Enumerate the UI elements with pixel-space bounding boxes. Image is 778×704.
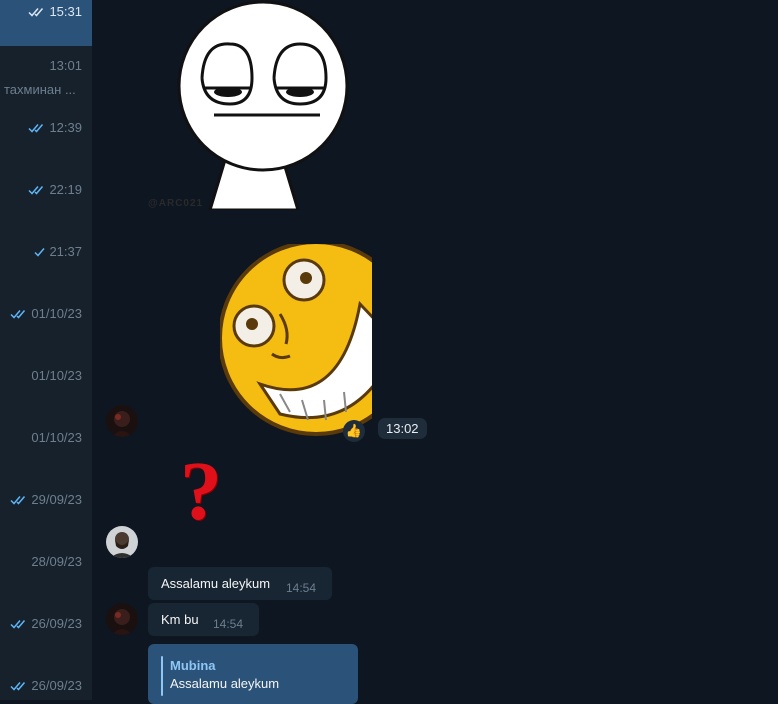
reply-quoted-text: Assalamu aleykum <box>170 676 280 691</box>
avatar[interactable] <box>106 405 138 437</box>
row-timestamp: 21:37 <box>34 244 82 259</box>
double-check-icon <box>10 495 28 505</box>
row-timestamp: 28/09/23 <box>31 554 82 569</box>
row-timestamp: 22:19 <box>28 182 82 197</box>
row-preview-text: тахминан ... <box>4 82 76 97</box>
chat-list-row[interactable]: 29/09/23 <box>0 480 92 542</box>
message-bubble[interactable]: Assalamu aleykum 14:54 <box>148 567 332 600</box>
row-timestamp: 15:31 <box>28 4 82 19</box>
check-icon <box>34 247 46 257</box>
double-check-icon <box>10 309 28 319</box>
reply-sender-name[interactable]: Mubina <box>170 658 216 673</box>
row-timestamp: 26/09/23 <box>10 616 82 631</box>
sticker-time-pill: 13:02 <box>378 418 427 439</box>
row-timestamp: 13:01 <box>49 58 82 73</box>
sticker-watermark: @ARC021 <box>148 198 204 209</box>
chat-list-row[interactable]: 15:31 <box>0 0 92 46</box>
laughing-face-sticker[interactable] <box>220 244 372 440</box>
avatar[interactable] <box>106 526 138 558</box>
meme-face-sticker[interactable]: @ARC021 <box>148 0 350 212</box>
chat-list-row[interactable]: 21:37 <box>0 232 92 294</box>
message-time: 14:54 <box>213 617 244 631</box>
double-check-icon <box>28 123 46 133</box>
chat-list-row[interactable]: 13:01 тахминан ... <box>0 46 92 108</box>
thumbs-up-icon[interactable]: 👍 <box>343 420 365 442</box>
double-check-icon <box>28 185 46 195</box>
row-timestamp: 26/09/23 <box>10 678 82 693</box>
chat-list-sidebar: 15:31 13:01 тахминан ... 12:39 22:19 21:… <box>0 0 92 700</box>
message-text: Assalamu aleykum <box>161 576 271 591</box>
message-bubble[interactable]: Km bu 14:54 <box>148 603 259 636</box>
chat-list-row[interactable]: 01/10/23 <box>0 356 92 418</box>
avatar[interactable] <box>106 603 138 635</box>
double-check-icon <box>10 681 28 691</box>
row-timestamp: 29/09/23 <box>10 492 82 507</box>
chat-list-row[interactable]: 12:39 <box>0 108 92 170</box>
reply-quote-bar <box>161 656 163 696</box>
outgoing-reply-bubble[interactable]: Mubina Assalamu aleykum <box>148 644 358 704</box>
double-check-icon <box>28 7 46 17</box>
chat-list-row[interactable]: 01/10/23 <box>0 294 92 356</box>
message-text: Km bu <box>161 612 199 627</box>
row-timestamp: 01/10/23 <box>10 306 82 321</box>
chat-list-row[interactable]: 22:19 <box>0 170 92 232</box>
chat-list-row[interactable]: 28/09/23 <box>0 542 92 604</box>
chat-list-row[interactable]: 26/09/23 <box>0 604 92 666</box>
chat-history: @ARC021 👍 13:02 ? Assalamu aleykum 14:54… <box>92 0 778 704</box>
chat-list-row[interactable]: 26/09/23 <box>0 666 92 700</box>
chat-list-row[interactable]: 01/10/23 <box>0 418 92 480</box>
row-timestamp: 12:39 <box>28 120 82 135</box>
row-timestamp: 01/10/23 <box>31 430 82 445</box>
message-time: 14:54 <box>286 581 317 595</box>
question-mark-sticker[interactable]: ? <box>180 450 228 544</box>
row-timestamp: 01/10/23 <box>31 368 82 383</box>
double-check-icon <box>10 619 28 629</box>
